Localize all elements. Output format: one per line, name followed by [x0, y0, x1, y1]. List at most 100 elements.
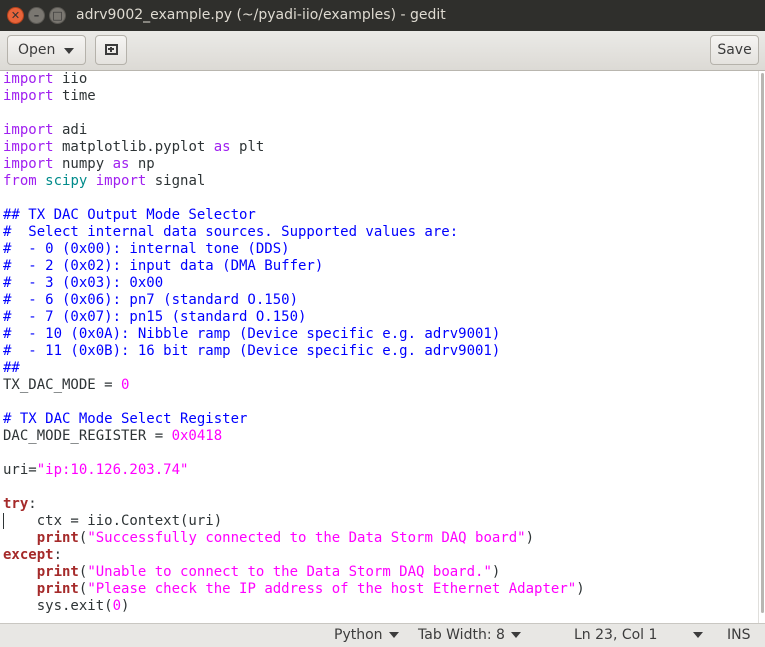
vertical-scrollbar[interactable] — [758, 71, 765, 623]
open-button[interactable]: Open — [7, 35, 86, 65]
code-token: "Unable to connect to the Data Storm DAQ… — [87, 564, 492, 580]
code-line[interactable]: uri="ip:10.126.203.74" — [3, 462, 758, 479]
code-line[interactable]: # - 6 (0x06): pn7 (standard O.150) — [3, 292, 758, 309]
window-title: adrv9002_example.py (~/pyadi-iio/example… — [76, 7, 446, 23]
header-bar: Open Save — [0, 31, 765, 71]
code-line[interactable]: print("Successfully connected to the Dat… — [3, 530, 758, 547]
code-line[interactable]: ​ — [3, 105, 758, 122]
code-line[interactable]: # - 10 (0x0A): Nibble ramp (Device speci… — [3, 326, 758, 343]
code-token: import — [3, 139, 54, 155]
save-button[interactable]: Save — [710, 35, 759, 65]
code-line[interactable]: # - 2 (0x02): input data (DMA Buffer) — [3, 258, 758, 275]
code-line[interactable]: ## — [3, 360, 758, 377]
code-token: uri= — [3, 462, 37, 478]
close-window-button[interactable]: ✕ — [7, 7, 24, 24]
code-line[interactable]: # TX DAC Mode Select Register — [3, 411, 758, 428]
cursor-position-selector[interactable]: Ln 23, Col 1 — [574, 624, 704, 647]
code-token: except — [3, 547, 54, 563]
chevron-down-icon — [510, 632, 521, 638]
code-token: print — [36, 530, 79, 546]
minimize-window-button[interactable]: – — [28, 7, 45, 24]
code-editor[interactable]: import iioimport time​import adiimport m… — [0, 71, 758, 623]
code-token: TX_DAC_MODE = — [3, 377, 122, 393]
code-line[interactable]: ## TX DAC Output Mode Selector — [3, 207, 758, 224]
code-token: # - 3 (0x03): 0x00 — [3, 275, 164, 291]
code-token: iio — [53, 71, 88, 87]
code-line[interactable]: # - 0 (0x00): internal tone (DDS) — [3, 241, 758, 258]
code-token: ) — [576, 581, 585, 597]
chevron-down-icon — [693, 632, 704, 638]
maximize-icon: □ — [52, 9, 63, 22]
code-token: 0 — [121, 377, 130, 393]
minimize-icon: – — [33, 9, 40, 22]
code-line[interactable]: ​ — [3, 445, 758, 462]
code-line[interactable]: # - 3 (0x03): 0x00 — [3, 275, 758, 292]
code-token: numpy — [53, 156, 113, 172]
code-token: sys.exit( — [3, 598, 113, 614]
code-token: import — [3, 156, 54, 172]
code-token: # TX DAC Mode Select Register — [3, 411, 248, 427]
code-token: scipy — [45, 173, 88, 189]
code-line[interactable]: ​ — [3, 190, 758, 207]
code-token: 0x0418 — [171, 428, 223, 444]
title-bar: ✕ – □ adrv9002_example.py (~/pyadi-iio/e… — [0, 0, 765, 31]
code-token: import — [95, 173, 147, 189]
code-token: try — [3, 496, 29, 512]
scrollbar-thumb[interactable] — [761, 73, 764, 613]
code-token: # - 11 (0x0B): 16 bit ramp (Device speci… — [3, 343, 501, 359]
cursor-position-label: Ln 23, Col 1 — [574, 627, 658, 643]
insert-mode-indicator[interactable]: INS — [727, 624, 751, 647]
code-line[interactable]: ​ — [3, 394, 758, 411]
code-token: : — [28, 496, 37, 512]
code-line[interactable]: TX_DAC_MODE = 0 — [3, 377, 758, 394]
code-line[interactable]: # - 7 (0x07): pn15 (standard O.150) — [3, 309, 758, 326]
status-bar: Python Tab Width: 8 Ln 23, Col 1 INS — [0, 623, 765, 647]
close-icon: ✕ — [10, 9, 21, 22]
code-token: from — [3, 173, 37, 189]
code-token: import — [3, 71, 54, 87]
code-line[interactable]: sys.exit(0) — [3, 598, 758, 615]
code-line[interactable]: import adi — [3, 122, 758, 139]
code-token: 0 — [112, 598, 122, 614]
tab-width-selector[interactable]: Tab Width: 8 — [418, 624, 521, 647]
code-line[interactable]: ​ — [3, 479, 758, 496]
code-line[interactable]: DAC_MODE_REGISTER = 0x0418 — [3, 428, 758, 445]
new-document-icon — [105, 44, 118, 55]
code-token: # Select internal data sources. Supporte… — [3, 224, 459, 240]
code-token: : — [53, 547, 63, 563]
language-label: Python — [334, 627, 383, 643]
code-token: "Please check the IP address of the host… — [87, 581, 577, 597]
code-token: adi — [53, 122, 88, 138]
code-line[interactable]: from scipy import signal — [3, 173, 758, 190]
code-token: ## TX DAC Output Mode Selector — [3, 207, 256, 223]
code-token: print — [36, 564, 79, 580]
maximize-window-button[interactable]: □ — [49, 7, 66, 24]
code-line[interactable]: print("Unable to connect to the Data Sto… — [3, 564, 758, 581]
code-line[interactable]: import time — [3, 88, 758, 105]
code-line[interactable]: # Select internal data sources. Supporte… — [3, 224, 758, 241]
code-token: matplotlib.pyplot — [53, 139, 214, 155]
code-line[interactable]: import numpy as np — [3, 156, 758, 173]
new-document-button[interactable] — [95, 35, 127, 65]
code-line[interactable]: import iio — [3, 71, 758, 88]
code-line[interactable]: except: — [3, 547, 758, 564]
code-line[interactable]: print("Please check the IP address of th… — [3, 581, 758, 598]
code-token: # - 2 (0x02): input data (DMA Buffer) — [3, 258, 324, 274]
code-token: plt — [230, 139, 265, 155]
code-line[interactable]: ctx = iio.Context(uri) — [3, 513, 758, 530]
code-token: "Successfully connected to the Data Stor… — [87, 530, 526, 546]
code-token: ) — [525, 530, 535, 546]
text-cursor — [3, 513, 4, 529]
code-token: np — [129, 156, 155, 172]
code-text[interactable]: import iioimport time​import adiimport m… — [0, 71, 758, 615]
code-token: ) — [121, 598, 130, 614]
code-line[interactable]: # - 11 (0x0B): 16 bit ramp (Device speci… — [3, 343, 758, 360]
tab-width-label: Tab Width: 8 — [418, 627, 505, 643]
language-selector[interactable]: Python — [334, 624, 399, 647]
code-token: time — [53, 88, 96, 104]
code-line[interactable]: try: — [3, 496, 758, 513]
code-line[interactable]: import matplotlib.pyplot as plt — [3, 139, 758, 156]
chevron-down-icon — [388, 632, 399, 638]
code-token: ctx = iio.Context(uri) — [3, 513, 223, 529]
